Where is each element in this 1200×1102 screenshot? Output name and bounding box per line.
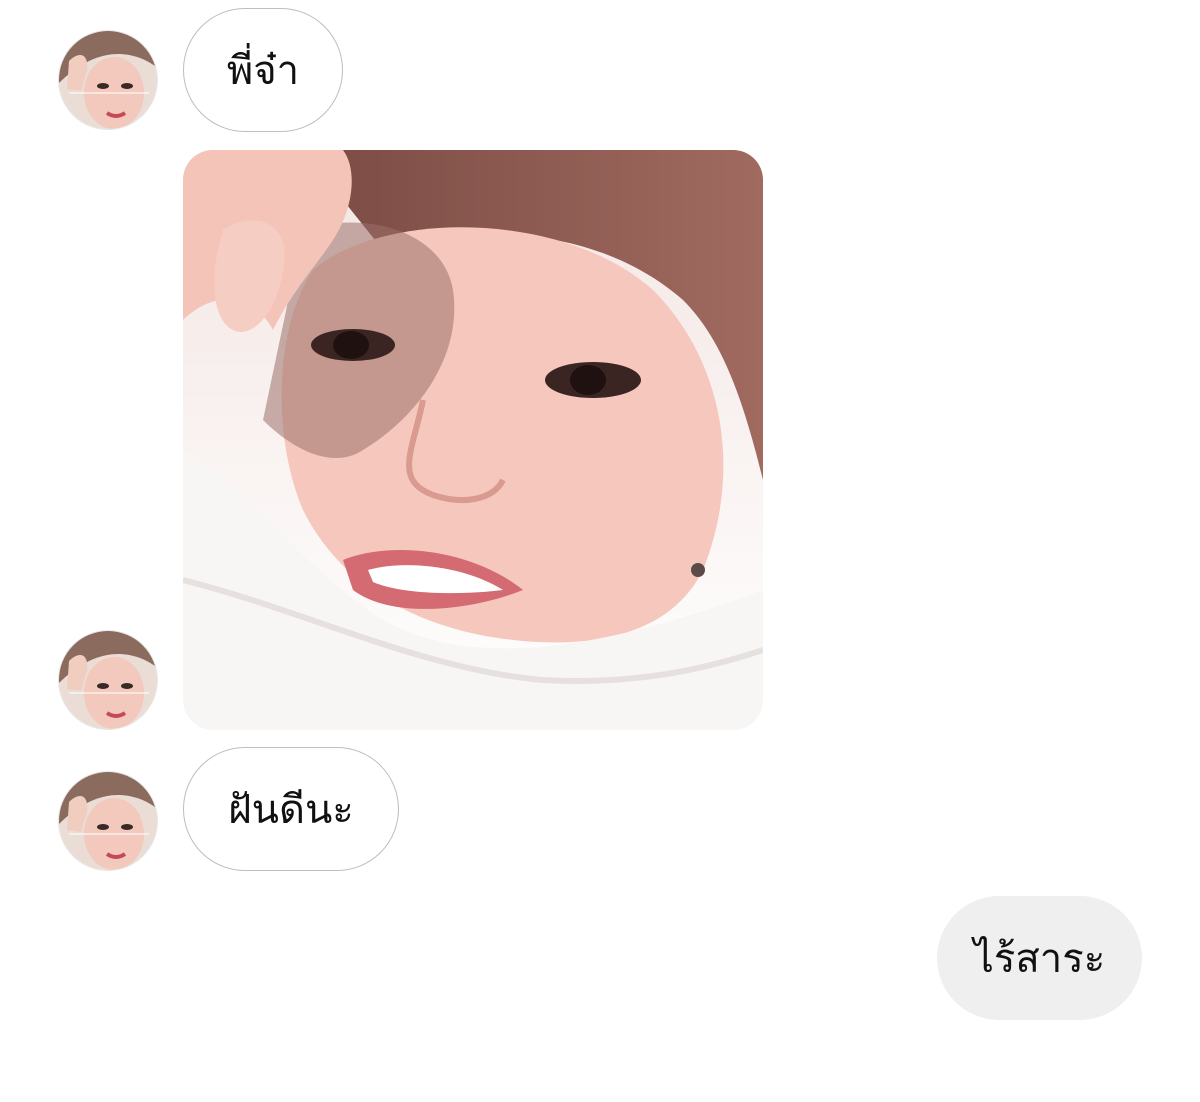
contact-avatar[interactable] [58, 771, 158, 871]
avatar-photo-icon [59, 772, 157, 870]
contact-avatar[interactable] [58, 30, 158, 130]
message-bubble-incoming[interactable]: ฝันดีนะ [183, 747, 399, 871]
message-bubble-incoming[interactable]: พี่จ๋า [183, 8, 343, 132]
message-bubble-outgoing[interactable]: ไร้สาระ [937, 896, 1142, 1020]
selfie-photo-icon [183, 150, 763, 730]
message-text: ฝันดีนะ [228, 787, 354, 833]
message-photo[interactable] [183, 150, 763, 730]
avatar-photo-icon [59, 631, 157, 729]
chat-thread: พี่จ๋า ฝันดีนะ ไร้สาระ [0, 0, 1200, 1102]
message-text: ไร้สาระ [973, 936, 1106, 982]
avatar-photo-icon [59, 31, 157, 129]
contact-avatar[interactable] [58, 630, 158, 730]
message-text: พี่จ๋า [226, 48, 300, 94]
